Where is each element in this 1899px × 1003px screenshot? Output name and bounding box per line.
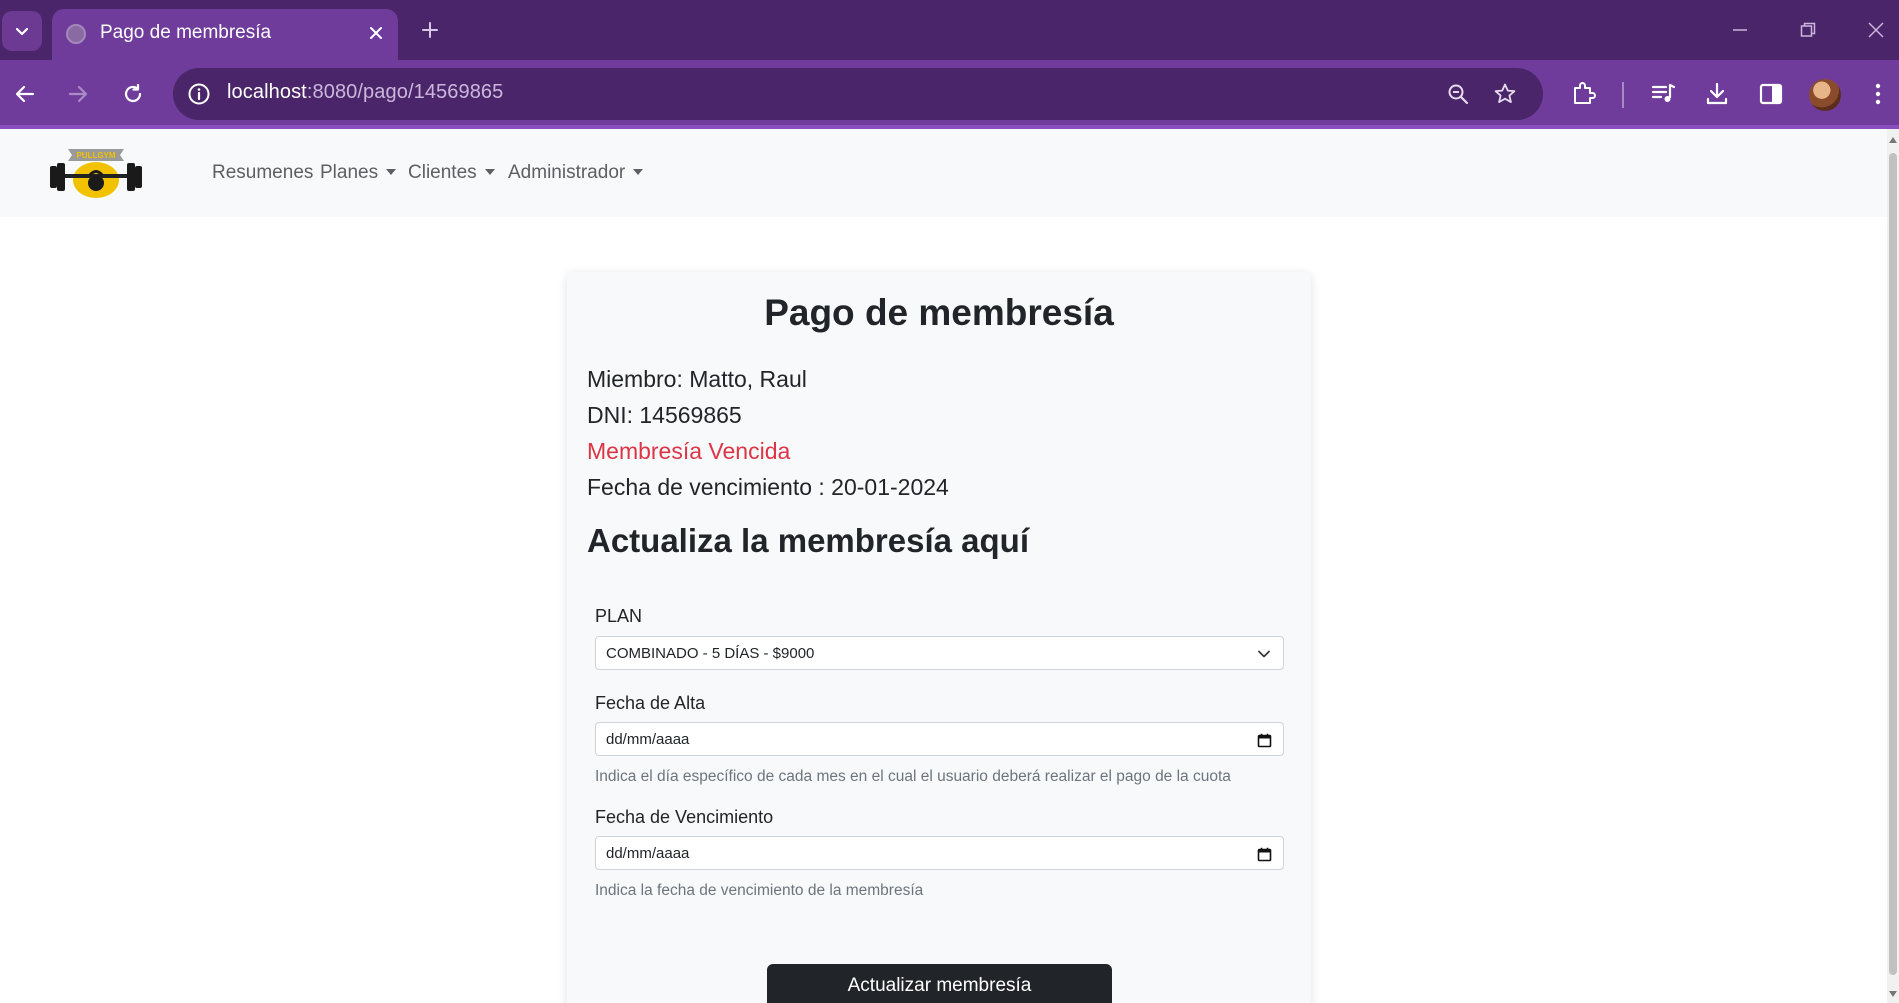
page-title: Pago de membresía <box>764 292 1114 333</box>
toolbar-separator <box>1622 82 1624 108</box>
nav-dropdown-planes[interactable]: Planes <box>320 162 397 184</box>
download-icon <box>1706 82 1728 105</box>
fecha-vencimiento-help: Indica la fecha de vencimiento de la mem… <box>595 882 924 899</box>
new-tab-button[interactable] <box>413 13 447 47</box>
extensions-icon <box>1574 82 1596 104</box>
fecha-vencimiento-placeholder: dd/mm/aaaa <box>606 845 690 862</box>
fecha-alta-label: Fecha de Alta <box>595 693 706 713</box>
member-dni: DNI: 14569865 <box>587 402 742 428</box>
nav-label-administrador: Administrador <box>508 162 626 183</box>
calendar-icon[interactable] <box>1255 845 1273 863</box>
scroll-thumb[interactable] <box>1889 153 1897 975</box>
minimize-icon <box>1733 29 1747 31</box>
forward-icon <box>68 85 88 103</box>
scroll-down-arrow-icon[interactable] <box>1889 991 1897 997</box>
reload-button[interactable] <box>113 74 153 114</box>
url-host: localhost <box>227 81 307 103</box>
window-close-button[interactable] <box>1854 10 1898 50</box>
url-path: :8080/pago/14569865 <box>306 81 504 103</box>
zoom-button[interactable] <box>1443 79 1473 109</box>
address-bar[interactable]: localhost:8080/pago/14569865 <box>173 68 1543 120</box>
extensions-button[interactable] <box>1565 76 1601 112</box>
actualizar-membresia-button[interactable]: Actualizar membresía <box>767 964 1112 1003</box>
close-icon <box>370 27 382 39</box>
browser-toolbar: localhost:8080/pago/14569865 <box>0 60 1899 129</box>
browser-menu-button[interactable] <box>1860 76 1896 112</box>
plan-select-value: COMBINADO - 5 DÍAS - $9000 <box>606 645 815 662</box>
logo-text: PULLGYM <box>76 151 115 160</box>
url-text[interactable]: localhost:8080/pago/14569865 <box>227 81 503 104</box>
logo-image: PULLGYM <box>50 149 142 198</box>
site-info-button[interactable] <box>185 80 213 108</box>
side-panel-icon <box>1759 83 1783 105</box>
media-icon <box>1651 83 1676 102</box>
minimize-button[interactable] <box>1718 10 1762 50</box>
tab-search-button[interactable] <box>2 11 42 51</box>
nav-label-clientes: Clientes <box>408 162 477 183</box>
member-name: Miembro: Matto, Raul <box>587 366 807 392</box>
nav-link-resumenes[interactable]: Resumenes <box>212 162 313 184</box>
chevron-down-icon <box>1255 645 1273 663</box>
bookmark-button[interactable] <box>1490 79 1520 109</box>
nav-label-planes: Planes <box>320 162 379 183</box>
page-scrollbar[interactable] <box>1887 129 1899 1003</box>
zoom-icon <box>1448 84 1469 105</box>
caret-down-icon <box>633 169 644 175</box>
restore-button[interactable] <box>1786 10 1830 50</box>
tab-favicon-icon <box>66 24 86 44</box>
back-icon <box>15 85 35 103</box>
browser-tabstrip: Pago de membresía <box>0 0 1899 60</box>
scroll-up-arrow-icon[interactable] <box>1889 137 1897 143</box>
calendar-icon[interactable] <box>1255 731 1273 749</box>
downloads-button[interactable] <box>1699 76 1735 112</box>
fecha-vencimiento-input[interactable]: dd/mm/aaaa <box>595 836 1284 870</box>
profile-avatar[interactable] <box>1809 79 1841 111</box>
fecha-alta-placeholder: dd/mm/aaaa <box>606 731 690 748</box>
membership-card: Pago de membresía Miembro: Matto, Raul D… <box>567 272 1311 1003</box>
update-section-title: Actualiza la membresía aquí <box>587 522 1030 559</box>
window-close-icon <box>1868 22 1884 38</box>
plus-icon <box>422 22 438 38</box>
active-tab[interactable]: Pago de membresía <box>52 9 398 60</box>
reload-icon <box>124 83 142 103</box>
restore-icon <box>1800 22 1816 37</box>
tab-search-icon <box>15 27 29 36</box>
fecha-alta-input[interactable]: dd/mm/aaaa <box>595 722 1284 756</box>
site-navbar: PULLGYM Resumenes Planes Clientes Admini… <box>0 129 1887 217</box>
info-icon <box>188 83 210 105</box>
forward-button[interactable] <box>58 74 98 114</box>
caret-down-icon <box>386 169 397 175</box>
side-panel-button[interactable] <box>1753 76 1789 112</box>
back-button[interactable] <box>5 74 45 114</box>
nav-dropdown-administrador[interactable]: Administrador <box>508 162 644 184</box>
media-control-button[interactable] <box>1645 76 1681 112</box>
membership-status: Membresía Vencida <box>587 438 791 464</box>
nav-dropdown-clientes[interactable]: Clientes <box>408 162 495 184</box>
star-icon <box>1494 83 1516 103</box>
caret-down-icon <box>484 169 495 175</box>
menu-icon <box>1875 83 1881 105</box>
page-viewport: PULLGYM Resumenes Planes Clientes Admini… <box>0 129 1887 1003</box>
fecha-vencimiento-label: Fecha de Vencimiento <box>595 807 774 827</box>
fecha-alta-help: Indica el día específico de cada mes en … <box>595 768 1231 785</box>
tab-title: Pago de membresía <box>100 22 272 43</box>
pullgym-logo[interactable]: PULLGYM <box>48 146 144 201</box>
plan-select[interactable]: COMBINADO - 5 DÍAS - $9000 <box>595 636 1284 670</box>
tab-close-button[interactable] <box>362 19 390 47</box>
expiration-date: Fecha de vencimiento : 20-01-2024 <box>587 474 949 500</box>
plan-label: PLAN <box>595 606 643 626</box>
